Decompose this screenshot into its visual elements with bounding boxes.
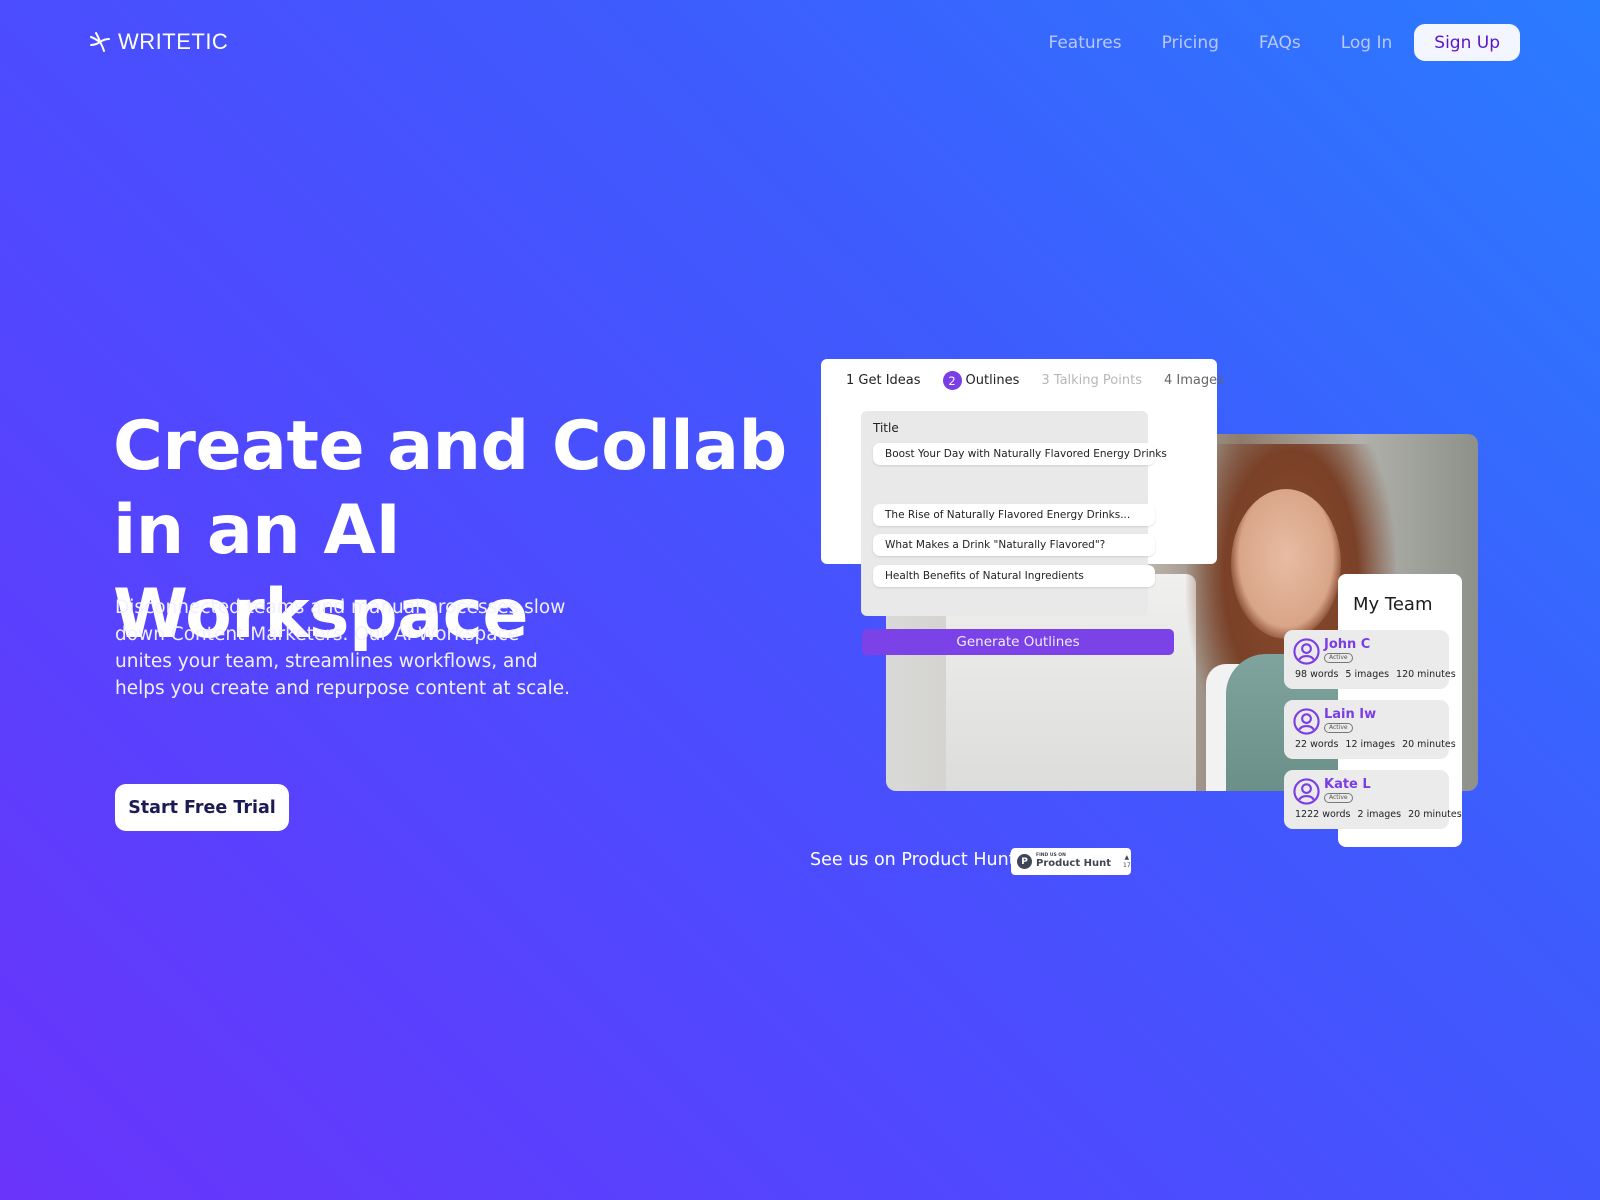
nav-features[interactable]: Features bbox=[1049, 33, 1122, 53]
team-member-card[interactable]: John C Active 98 words 5 images 120 minute… bbox=[1284, 630, 1456, 689]
step-number: 3 bbox=[1041, 373, 1050, 388]
title-label: Title bbox=[873, 421, 899, 435]
signup-button[interactable]: Sign Up bbox=[1414, 24, 1520, 61]
step-number: 1 bbox=[846, 373, 855, 388]
steps-bar: 1 Get Ideas 2 Outlines 3 Talking Points 4… bbox=[846, 371, 1246, 390]
user-avatar-icon bbox=[1293, 778, 1320, 805]
member-minutes: 20 minutes bbox=[1402, 739, 1456, 750]
member-stats: 98 words 5 images 120 minutes bbox=[1295, 669, 1463, 680]
member-images: 12 images bbox=[1345, 739, 1396, 750]
hero-title-line-1: Create and Collab bbox=[113, 407, 787, 486]
member-words: 98 words bbox=[1295, 669, 1339, 680]
title-input[interactable]: Boost Your Day with Naturally Flavored E… bbox=[873, 443, 1167, 465]
brand-name: WRITETIC bbox=[118, 29, 229, 54]
step-number: 4 bbox=[1163, 373, 1173, 388]
user-avatar-icon bbox=[1293, 708, 1320, 735]
step-label: Outlines bbox=[965, 373, 1020, 388]
member-minutes: 20 minutes bbox=[1408, 809, 1462, 820]
outline-item[interactable]: What Makes a Drink "Naturally Flavored"? bbox=[873, 534, 1155, 556]
nav-login[interactable]: Log In bbox=[1341, 33, 1393, 53]
upvote-number: 17 bbox=[1123, 861, 1131, 869]
step-number-badge: 2 bbox=[942, 371, 962, 390]
member-name: John C bbox=[1324, 637, 1371, 652]
nav-faqs[interactable]: FAQs bbox=[1259, 33, 1301, 53]
member-words: 1222 words bbox=[1295, 809, 1351, 820]
step-label: Get Ideas bbox=[858, 373, 921, 388]
step-outlines[interactable]: 2 Outlines bbox=[942, 371, 1020, 390]
generate-outlines-button[interactable]: Generate Outlines bbox=[862, 629, 1174, 655]
outline-item[interactable]: Health Benefits of Natural Ingredients bbox=[873, 565, 1155, 587]
upvote-count: ▲ 17 bbox=[1123, 854, 1131, 870]
team-member-card[interactable]: Kate L Active 1222 words 2 images 20 minut… bbox=[1284, 770, 1462, 829]
member-stats: 22 words 12 images 20 minutes bbox=[1295, 739, 1463, 750]
user-avatar-icon bbox=[1293, 638, 1320, 665]
member-name: Kate L bbox=[1324, 777, 1371, 792]
start-free-trial-button[interactable]: Start Free Trial bbox=[115, 784, 289, 831]
sparkle-pinwheel-icon bbox=[90, 32, 110, 52]
step-talking-points[interactable]: 3 Talking Points bbox=[1041, 373, 1142, 388]
member-status-badge: Active bbox=[1324, 653, 1353, 663]
member-status-badge: Active bbox=[1324, 723, 1353, 733]
step-images[interactable]: 4 Images bbox=[1164, 373, 1224, 388]
step-label: Images bbox=[1176, 373, 1224, 388]
member-stats: 1222 words 2 images 20 minutes bbox=[1295, 809, 1469, 820]
step-label: Talking Points bbox=[1053, 373, 1142, 388]
upvote-arrow-icon: ▲ bbox=[1124, 853, 1130, 861]
member-status-badge: Active bbox=[1324, 793, 1353, 803]
member-name: Lain Iw bbox=[1324, 707, 1377, 722]
hero-description: Disconnected teams and manual processes … bbox=[115, 597, 571, 699]
product-hunt-badge[interactable]: P FIND US ON Product Hunt ▲ 17 bbox=[1011, 848, 1131, 875]
team-title: My Team bbox=[1353, 594, 1433, 615]
product-hunt-name: Product Hunt bbox=[1036, 857, 1111, 869]
member-images: 2 images bbox=[1357, 809, 1402, 820]
outline-item[interactable]: The Rise of Naturally Flavored Energy Dr… bbox=[873, 504, 1155, 526]
nav-pricing[interactable]: Pricing bbox=[1162, 33, 1219, 53]
member-words: 22 words bbox=[1295, 739, 1339, 750]
brand-logo[interactable]: WRITETIC bbox=[88, 29, 228, 55]
top-nav: Features Pricing FAQs Log In Sign Up bbox=[1009, 24, 1520, 61]
member-minutes: 120 minutes bbox=[1396, 669, 1456, 680]
member-images: 5 images bbox=[1345, 669, 1390, 680]
photo-person-face bbox=[1231, 489, 1341, 639]
step-get-ideas[interactable]: 1 Get Ideas bbox=[846, 373, 921, 388]
team-member-card[interactable]: Lain Iw Active 22 words 12 images 20 minut… bbox=[1284, 700, 1456, 759]
product-hunt-logo-icon: P bbox=[1017, 854, 1032, 869]
product-hunt-text: See us on Product Hunt bbox=[810, 850, 1016, 870]
product-hunt-label: FIND US ON Product Hunt bbox=[1036, 854, 1111, 869]
